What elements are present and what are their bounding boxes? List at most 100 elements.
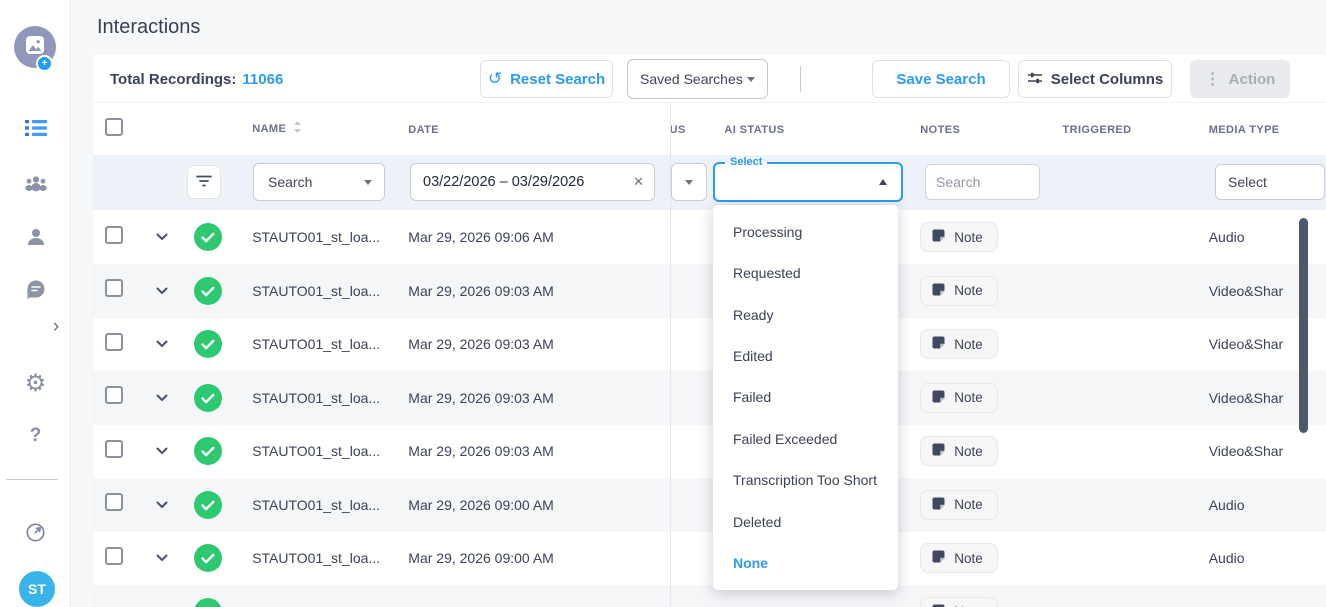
sidebar: + › ⚙ ? (0, 0, 71, 607)
note-icon (931, 549, 946, 567)
interactions-list-icon (25, 119, 47, 142)
table-row[interactable]: STAUTO01_st_loa... Mar 29, 2026 09:03 AM… (93, 371, 1326, 425)
recording-date: Mar 29, 2026 09:00 AM (397, 497, 666, 513)
interactions-card: Total Recordings: 11066 ↺ Reset Search S… (93, 55, 1326, 607)
add-badge-icon[interactable]: + (36, 55, 53, 72)
note-button[interactable]: Note (920, 543, 998, 573)
sidebar-item-help[interactable]: ? (0, 426, 71, 445)
recording-name: STAUTO01_st_loa... (234, 336, 397, 352)
expand-row-icon[interactable] (156, 233, 168, 241)
note-button[interactable]: Note (920, 597, 998, 607)
note-icon (931, 603, 946, 607)
table-row[interactable]: STAUTO01_st_loa... Mar 29, 2026 09:03 AM… (93, 424, 1326, 478)
expand-row-icon[interactable] (156, 287, 168, 295)
user-avatar[interactable]: ST (19, 571, 55, 607)
date-range-input[interactable]: 03/22/2026 – 03/29/2026 ✕ (410, 163, 655, 201)
table-row[interactable]: STAUTO01_st_loa... Mar 29, 2026 09:03 AM… (93, 317, 1326, 371)
sidebar-item-user[interactable] (0, 227, 71, 252)
chevron-down-icon (364, 180, 372, 185)
media-type: Audio (1189, 550, 1326, 566)
expand-row-icon[interactable] (156, 554, 168, 562)
dropdown-option[interactable]: Ready (713, 294, 898, 335)
column-header-name[interactable]: NAME (252, 120, 397, 139)
note-button[interactable]: Note (920, 276, 998, 306)
sort-icon[interactable] (293, 120, 302, 139)
dropdown-option[interactable]: Failed (713, 377, 898, 418)
expand-row-icon[interactable] (156, 340, 168, 348)
clear-date-icon[interactable]: ✕ (627, 174, 644, 190)
row-checkbox[interactable] (105, 386, 123, 404)
filter-button[interactable] (187, 165, 221, 199)
note-button[interactable]: Note (920, 490, 998, 520)
frozen-column-divider (670, 103, 671, 607)
chevron-right-icon: › (53, 316, 59, 338)
success-status-icon (194, 437, 222, 465)
user-icon (26, 227, 46, 252)
sidebar-item-teams[interactable] (0, 175, 71, 197)
note-button[interactable]: Note (920, 383, 998, 413)
column-header-media-type: MEDIA TYPE (1209, 124, 1280, 136)
note-icon (931, 282, 946, 300)
success-status-icon (194, 277, 222, 305)
row-checkbox[interactable] (105, 493, 123, 511)
status-select-clipped[interactable] (671, 163, 707, 201)
success-status-icon (194, 598, 222, 607)
dropdown-option[interactable]: Processing (713, 211, 898, 252)
vertical-scrollbar[interactable] (1299, 218, 1308, 433)
column-header-notes: NOTES (920, 124, 960, 136)
notes-search-input[interactable] (925, 164, 1040, 200)
action-button[interactable]: ⋮ Action (1190, 60, 1290, 98)
ai-status-select-label: Select (725, 156, 767, 169)
row-checkbox[interactable] (105, 547, 123, 565)
note-button[interactable]: Note (920, 329, 998, 359)
total-recordings-label: Total Recordings: (110, 71, 236, 88)
sidebar-item-chat[interactable] (0, 279, 71, 304)
sidebar-item-interactions[interactable] (0, 119, 71, 142)
row-checkbox[interactable] (105, 440, 123, 458)
reset-search-button[interactable]: ↺ Reset Search (480, 60, 613, 98)
save-search-button[interactable]: Save Search (872, 60, 1010, 98)
help-icon: ? (30, 426, 42, 445)
filter-lines-icon (196, 174, 212, 191)
expand-row-icon[interactable] (156, 394, 168, 402)
name-search-select[interactable]: Search (253, 163, 385, 201)
table-row[interactable]: STAUTO01_st_loa... Mar 29, 2026 09:00 AM… (93, 478, 1326, 532)
ai-status-select[interactable]: Select (713, 162, 903, 202)
sidebar-divider (6, 479, 58, 480)
media-type: Audio (1189, 497, 1326, 513)
dropdown-option[interactable]: Edited (713, 335, 898, 376)
reset-icon: ↺ (488, 69, 502, 89)
row-checkbox[interactable] (105, 279, 123, 297)
saved-searches-select[interactable]: Saved Searches (627, 59, 768, 99)
row-checkbox[interactable] (105, 226, 123, 244)
toolbar: Total Recordings: 11066 ↺ Reset Search S… (93, 55, 1326, 103)
row-checkbox[interactable] (105, 333, 123, 351)
note-icon (931, 496, 946, 514)
dropdown-option[interactable]: Requested (713, 252, 898, 293)
ai-status-dropdown: Processing Requested Ready Edited Failed… (713, 205, 898, 590)
select-columns-button[interactable]: Select Columns (1018, 60, 1172, 98)
expand-row-icon[interactable] (156, 501, 168, 509)
page-title: Interactions (97, 16, 200, 39)
column-header-triggered: TRIGGERED (1063, 124, 1132, 136)
table-row[interactable]: STAUTO01_st_loa... Mar 29, 2026 09:06 AM… (93, 210, 1326, 264)
sidebar-item-settings[interactable]: ⚙ (0, 372, 71, 396)
recording-date: Mar 29, 2026 09:03 AM (397, 390, 666, 406)
recording-name: STAUTO01_st_loa... (234, 229, 397, 245)
media-type-select[interactable]: Select (1215, 164, 1325, 200)
table-row[interactable]: Note (93, 585, 1326, 607)
table-row[interactable]: STAUTO01_st_loa... Mar 29, 2026 09:00 AM… (93, 531, 1326, 585)
select-all-checkbox[interactable] (105, 118, 123, 136)
columns-sliders-icon (1027, 71, 1043, 88)
sidebar-item-history[interactable] (0, 522, 71, 548)
table-row[interactable]: STAUTO01_st_loa... Mar 29, 2026 09:03 AM… (93, 264, 1326, 318)
recording-name: STAUTO01_st_loa... (234, 283, 397, 299)
note-button[interactable]: Note (920, 436, 998, 466)
dropdown-option[interactable]: Failed Exceeded (713, 418, 898, 459)
dropdown-option[interactable]: Deleted (713, 501, 898, 542)
expand-row-icon[interactable] (156, 447, 168, 455)
note-button[interactable]: Note (920, 222, 998, 252)
dropdown-option[interactable]: Transcription Too Short (713, 460, 898, 501)
sidebar-expand-button[interactable]: › (46, 317, 66, 337)
dropdown-option-none[interactable]: None (713, 543, 898, 584)
